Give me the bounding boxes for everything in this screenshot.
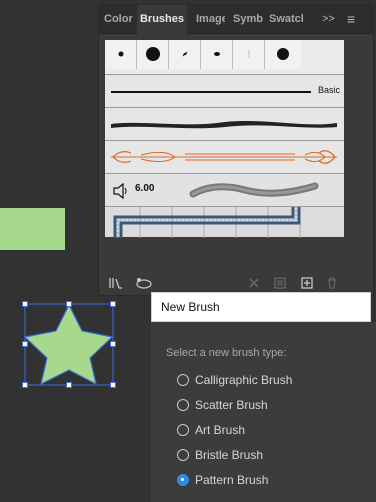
- option-label: Bristle Brush: [195, 448, 264, 462]
- brush-swatch[interactable]: [201, 40, 233, 69]
- panel-tab-bar: Color Brushes Image Symb Swatcl >> ≡: [99, 5, 373, 34]
- bristle-size-value: 6.00: [135, 183, 155, 194]
- basic-brush-row[interactable]: Basic: [105, 74, 344, 107]
- brush-swatch[interactable]: [105, 40, 137, 69]
- brush-list: Basic 6.00: [105, 40, 344, 238]
- panel-overflow-button[interactable]: >>: [322, 5, 335, 33]
- new-brush-tooltip: New Brush: [151, 292, 371, 322]
- basic-brush-label: Basic: [317, 85, 340, 95]
- remove-stroke-icon[interactable]: [247, 276, 261, 290]
- tab-color[interactable]: Color: [104, 5, 136, 33]
- tab-brushes[interactable]: Brushes: [137, 5, 187, 34]
- art-brush-row[interactable]: [105, 140, 344, 173]
- selected-star-shape[interactable]: [20, 296, 120, 391]
- panel-menu-icon[interactable]: ≡: [347, 5, 355, 33]
- new-brush-icon[interactable]: [300, 276, 314, 290]
- library-icon[interactable]: [108, 276, 122, 290]
- brush-swatch[interactable]: [169, 40, 201, 69]
- delete-icon[interactable]: [325, 276, 339, 290]
- option-label: Scatter Brush: [195, 398, 268, 412]
- brush-swatch[interactable]: [265, 40, 301, 69]
- speaker-icon: [113, 182, 127, 200]
- option-label: Art Brush: [195, 423, 246, 437]
- bristle-brush-row[interactable]: 6.00: [105, 173, 344, 206]
- options-icon[interactable]: [273, 276, 287, 290]
- option-label: Calligraphic Brush: [195, 373, 293, 387]
- brush-libraries-menu-icon[interactable]: [135, 276, 153, 290]
- green-rectangle-shape[interactable]: [0, 208, 65, 250]
- brush-swatch[interactable]: [137, 40, 169, 69]
- radio-button-selected[interactable]: [177, 474, 189, 486]
- pattern-brush-row[interactable]: [105, 206, 344, 238]
- brush-type-prompt: Select a new brush type:: [166, 347, 287, 359]
- brushes-panel: Color Brushes Image Symb Swatcl >> ≡ Bas…: [98, 4, 374, 296]
- charcoal-brush-row[interactable]: [105, 107, 344, 140]
- radio-button[interactable]: [177, 449, 189, 461]
- radio-button[interactable]: [177, 399, 189, 411]
- radio-button[interactable]: [177, 374, 189, 386]
- tooltip-title: New Brush: [161, 300, 220, 314]
- tab-image-trace[interactable]: Image: [196, 5, 225, 33]
- brush-list-scrollbar[interactable]: [345, 40, 369, 237]
- option-label: Pattern Brush: [195, 473, 269, 487]
- tab-swatches[interactable]: Swatcl: [269, 5, 303, 33]
- radio-button[interactable]: [177, 424, 189, 436]
- new-brush-dialog: Select a new brush type: Calligraphic Br…: [151, 322, 376, 502]
- calligraphic-brush-row: [105, 40, 301, 69]
- brush-swatch[interactable]: [233, 40, 265, 69]
- tab-symbols[interactable]: Symb: [233, 5, 263, 33]
